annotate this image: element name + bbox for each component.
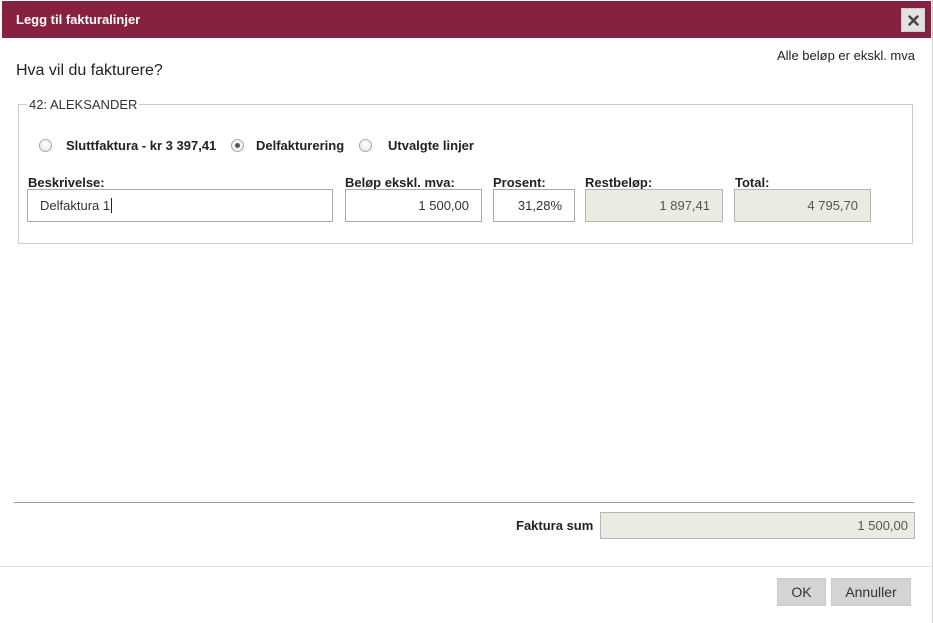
prosent-value: 31,28% [517,198,562,213]
faktura-sum-field: 1 500,00 [600,512,915,539]
belop-value: 1 500,00 [418,198,469,213]
dialog-question: Hva vil du fakturere? [16,62,163,79]
dialog: Legg til fakturalinjer Alle beløp er eks… [0,0,933,623]
option-utvalgte-linjer[interactable]: Utvalgte linjer [359,135,474,155]
restbelop-field: 1 897,41 [585,189,723,222]
option-sluttfaktura-label[interactable]: Sluttfaktura - kr 3 397,41 [66,138,216,153]
prosent-label: Prosent: [493,175,546,190]
beskrivelse-label: Beskrivelse: [28,175,105,190]
radio-utvalgte-linjer[interactable] [359,138,372,152]
belop-input[interactable]: 1 500,00 [345,189,482,222]
option-delfakturering[interactable]: Delfakturering [231,135,344,155]
option-utvalgte-linjer-label[interactable]: Utvalgte linjer [388,138,474,153]
total-label: Total: [735,175,770,190]
restbelop-value: 1 897,41 [659,198,710,213]
invoice-group: 42: ALEKSANDER Sluttfaktura - kr 3 397,4… [18,97,913,244]
close-icon [907,14,919,26]
close-button[interactable] [901,8,925,32]
group-legend: 42: ALEKSANDER [27,97,140,112]
beskrivelse-value: Delfaktura 1 [40,198,111,213]
text-caret [111,198,113,213]
faktura-sum-value: 1 500,00 [857,518,908,533]
ok-button[interactable]: OK [777,578,826,606]
radio-delfakturering[interactable] [231,138,244,152]
faktura-sum-label: Faktura sum [516,518,594,533]
prosent-input[interactable]: 31,28% [493,189,575,222]
option-sluttfaktura[interactable]: Sluttfaktura - kr 3 397,41 [39,135,216,155]
total-value: 4 795,70 [807,198,858,213]
summary-divider [14,502,914,503]
dialog-titlebar: Legg til fakturalinjer [2,1,931,38]
beskrivelse-input[interactable]: Delfaktura 1 [27,189,333,222]
footer-divider [0,566,933,567]
dialog-title: Legg til fakturalinjer [16,12,141,27]
vat-note: Alle beløp er ekskl. mva [777,48,915,63]
option-delfakturering-label[interactable]: Delfakturering [256,138,344,153]
radio-sluttfaktura[interactable] [39,138,52,152]
total-field: 4 795,70 [734,189,871,222]
restbelop-label: Restbeløp: [585,175,653,190]
cancel-button[interactable]: Annuller [831,578,911,606]
belop-label: Beløp ekskl. mva: [345,175,455,190]
